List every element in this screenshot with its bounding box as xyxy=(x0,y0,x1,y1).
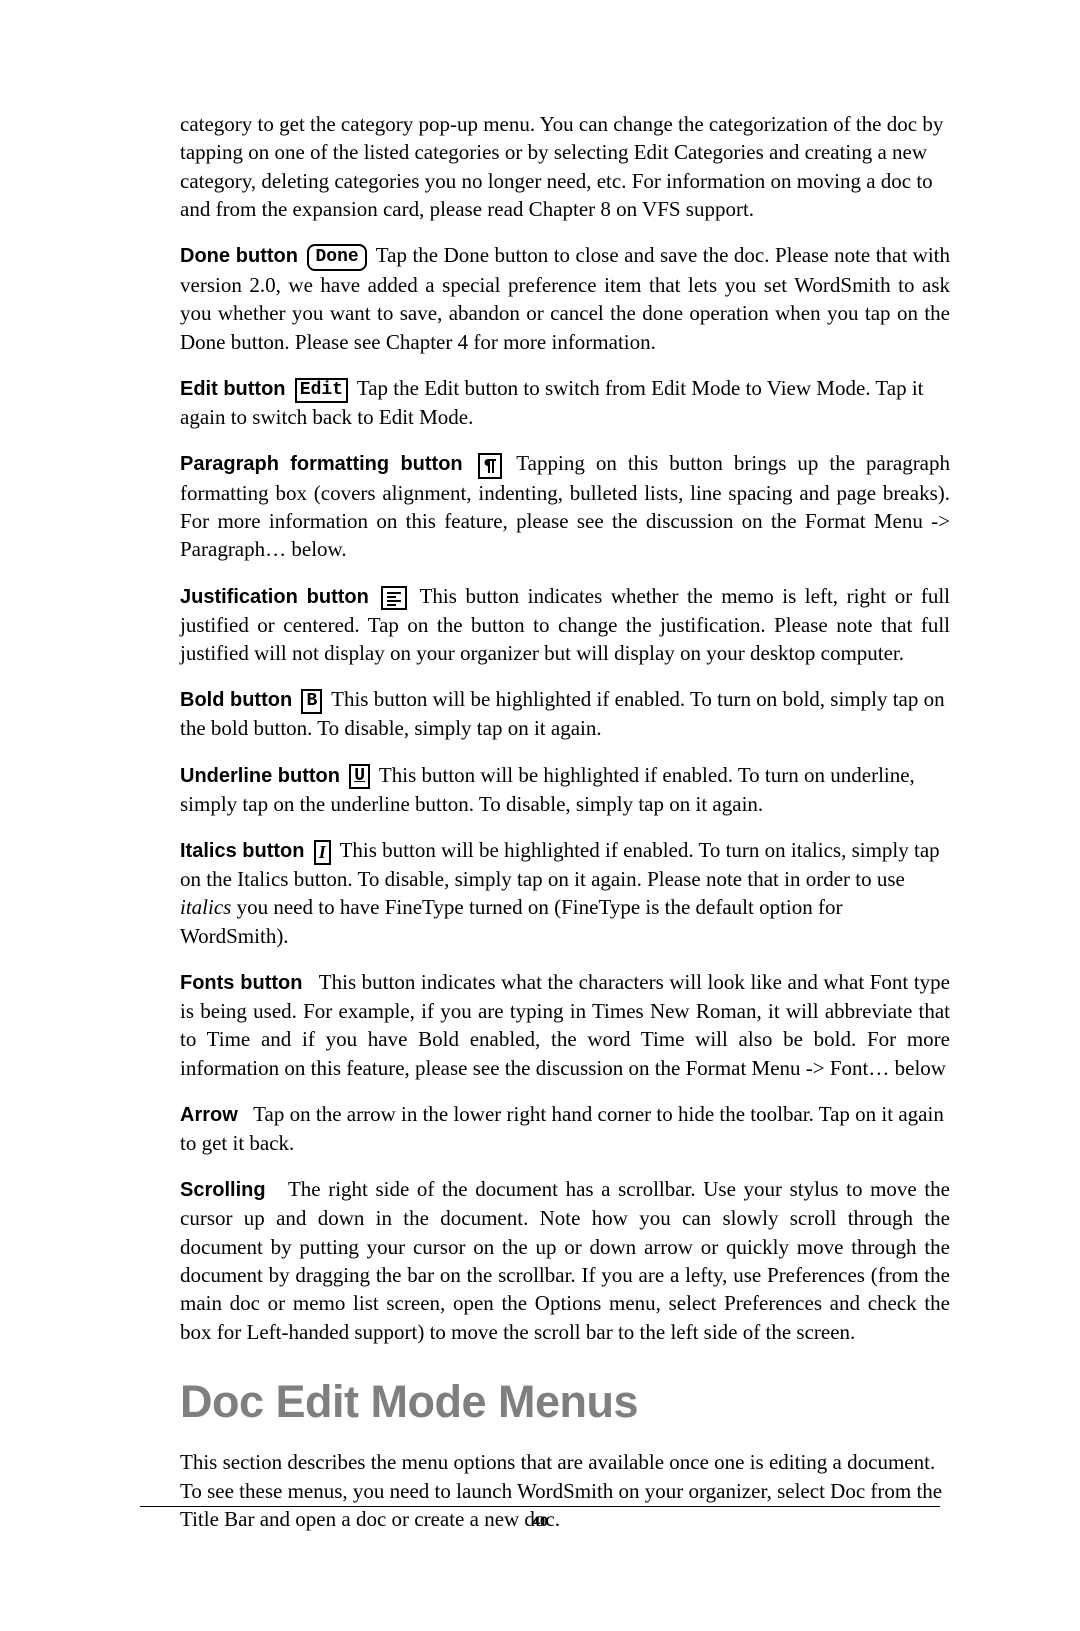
page-footer: 40 xyxy=(0,1506,1080,1531)
scrolling-paragraph: Scrolling The right side of the document… xyxy=(180,1175,950,1346)
done-icon: Done xyxy=(307,244,366,271)
justification-label: Justification button xyxy=(180,586,369,608)
done-label: Done button xyxy=(180,245,298,267)
scrolling-label: Scrolling xyxy=(180,1179,266,1201)
edit-label: Edit button xyxy=(180,378,286,400)
bold-paragraph: Bold button B This button will be highli… xyxy=(180,685,950,742)
underline-label: Underline button xyxy=(180,765,340,787)
page-number: 40 xyxy=(532,1513,548,1529)
arrow-label: Arrow xyxy=(180,1104,238,1126)
scrolling-body: The right side of the document has a scr… xyxy=(180,1177,950,1343)
bold-label: Bold button xyxy=(180,689,292,711)
intro-paragraph: category to get the category pop-up menu… xyxy=(180,110,950,223)
footer-rule xyxy=(140,1506,940,1507)
justify-left-icon xyxy=(381,586,407,610)
paragraph-label: Paragraph formatting button xyxy=(180,453,463,475)
arrow-paragraph: Arrow Tap on the arrow in the lower righ… xyxy=(180,1100,950,1157)
italics-icon: I xyxy=(314,840,331,865)
italics-body-post: you need to have FineType turned on (Fin… xyxy=(180,895,843,947)
underline-icon: U xyxy=(349,764,370,789)
arrow-body: Tap on the arrow in the lower right hand… xyxy=(180,1102,944,1155)
section-heading: Doc Edit Mode Menus xyxy=(180,1376,950,1428)
underline-paragraph: Underline button U This button will be h… xyxy=(180,761,950,818)
fonts-label: Fonts button xyxy=(180,972,302,994)
pilcrow-icon xyxy=(478,453,502,479)
italics-em: italics xyxy=(180,895,231,919)
bold-body: This button will be highlighted if enabl… xyxy=(180,687,945,740)
italics-label: Italics button xyxy=(180,840,304,862)
done-paragraph: Done button Done Tap the Done button to … xyxy=(180,241,950,356)
edit-body: Tap the Edit button to switch from Edit … xyxy=(180,376,924,429)
page: category to get the category pop-up menu… xyxy=(0,0,1080,1631)
bold-icon: B xyxy=(301,689,322,714)
edit-icon: Edit xyxy=(295,378,348,403)
paragraph-paragraph: Paragraph formatting button Tapping on t… xyxy=(180,449,950,563)
edit-paragraph: Edit button Edit Tap the Edit button to … xyxy=(180,374,950,431)
justification-paragraph: Justification button This button indicat… xyxy=(180,582,950,668)
fonts-paragraph: Fonts button This button indicates what … xyxy=(180,968,950,1082)
italics-paragraph: Italics button I This button will be hig… xyxy=(180,836,950,950)
